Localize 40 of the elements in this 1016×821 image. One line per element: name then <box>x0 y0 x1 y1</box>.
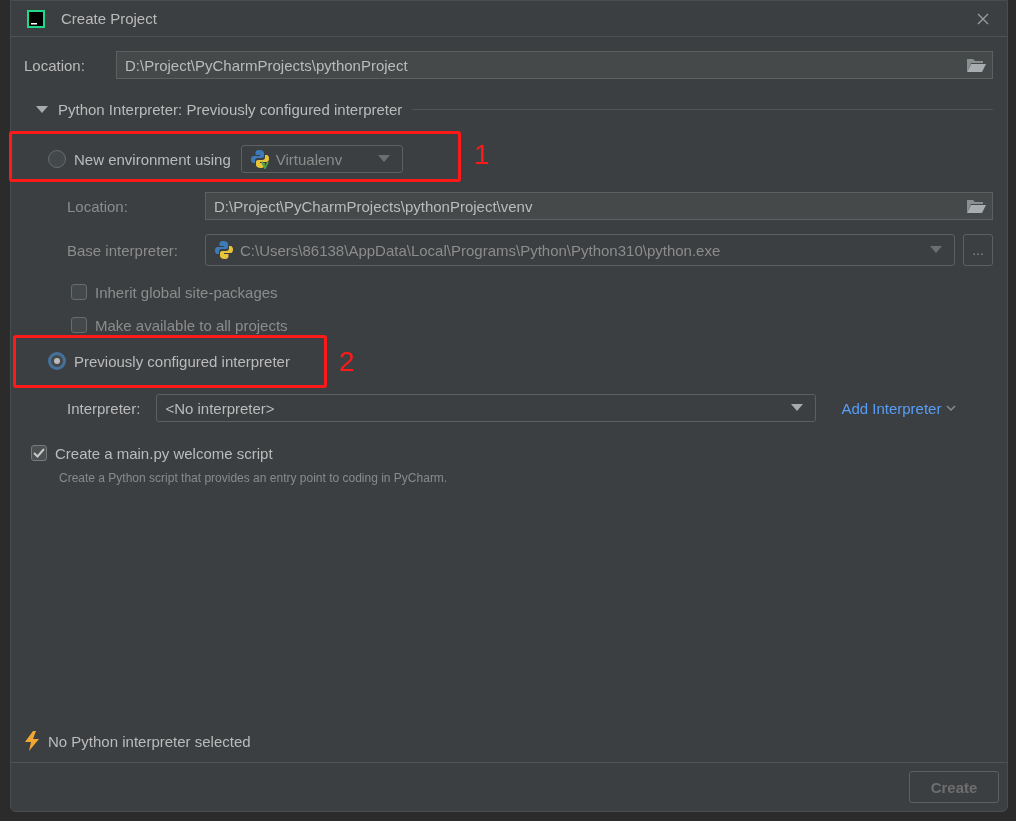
lightning-icon <box>24 731 40 751</box>
caret-icon <box>377 155 390 163</box>
caret-icon <box>791 404 804 412</box>
location-label: Location: <box>67 197 129 215</box>
browse-button[interactable]: ... <box>963 234 993 266</box>
add-interpreter-link[interactable]: Add Interpreter <box>841 399 957 417</box>
annotation-number: 2 <box>339 346 355 378</box>
interpreter-dropdown[interactable]: <No interpreter> <box>156 394 817 422</box>
folder-icon[interactable] <box>966 198 986 214</box>
radio-button[interactable] <box>48 150 66 168</box>
checkbox[interactable] <box>71 284 87 300</box>
caret-icon <box>36 105 48 114</box>
location-field[interactable]: D:\Project\PyCharmProjects\pythonProject <box>116 51 993 79</box>
checkmark-icon <box>33 448 45 458</box>
checkbox[interactable] <box>71 317 87 333</box>
python-icon <box>249 149 270 169</box>
section-header[interactable]: Python Interpreter: Previously configured interpreter <box>58 101 403 118</box>
close-icon[interactable] <box>977 13 989 25</box>
annotation-number: 1 <box>474 139 490 171</box>
base-interpreter-label: Base interpreter: <box>67 241 179 259</box>
caret-icon <box>930 246 942 254</box>
location-label: Location: <box>24 56 86 74</box>
checkbox-label: Inherit global site-packages <box>95 283 278 301</box>
radio-label: Previously configured interpreter <box>74 352 290 370</box>
base-interpreter-dropdown[interactable]: C:\Users\86138\AppData\Local\Programs\Python\Python310\python.exe <box>205 234 955 266</box>
folder-icon[interactable] <box>966 57 986 73</box>
environment-dropdown[interactable]: Virtualenv <box>240 145 403 173</box>
status-message: No Python interpreter selected <box>48 732 251 750</box>
radio-label: New environment using <box>74 150 231 168</box>
app-logo-icon <box>27 9 45 28</box>
radio-button[interactable] <box>48 352 66 370</box>
chevron-down-icon <box>946 404 957 412</box>
window-title: Create Project <box>61 10 158 27</box>
interpreter-label: Interpreter: <box>67 399 141 417</box>
checkbox[interactable] <box>31 445 47 461</box>
python-icon <box>214 240 234 260</box>
checkbox-label: Create a main.py welcome script <box>55 444 273 462</box>
checkbox-label: Make available to all projects <box>95 316 288 334</box>
hint-text: Create a Python script that provides an entry point to coding in PyCharm. <box>59 471 449 485</box>
location-field[interactable]: D:\Project\PyCharmProjects\pythonProject\venv <box>205 192 993 220</box>
